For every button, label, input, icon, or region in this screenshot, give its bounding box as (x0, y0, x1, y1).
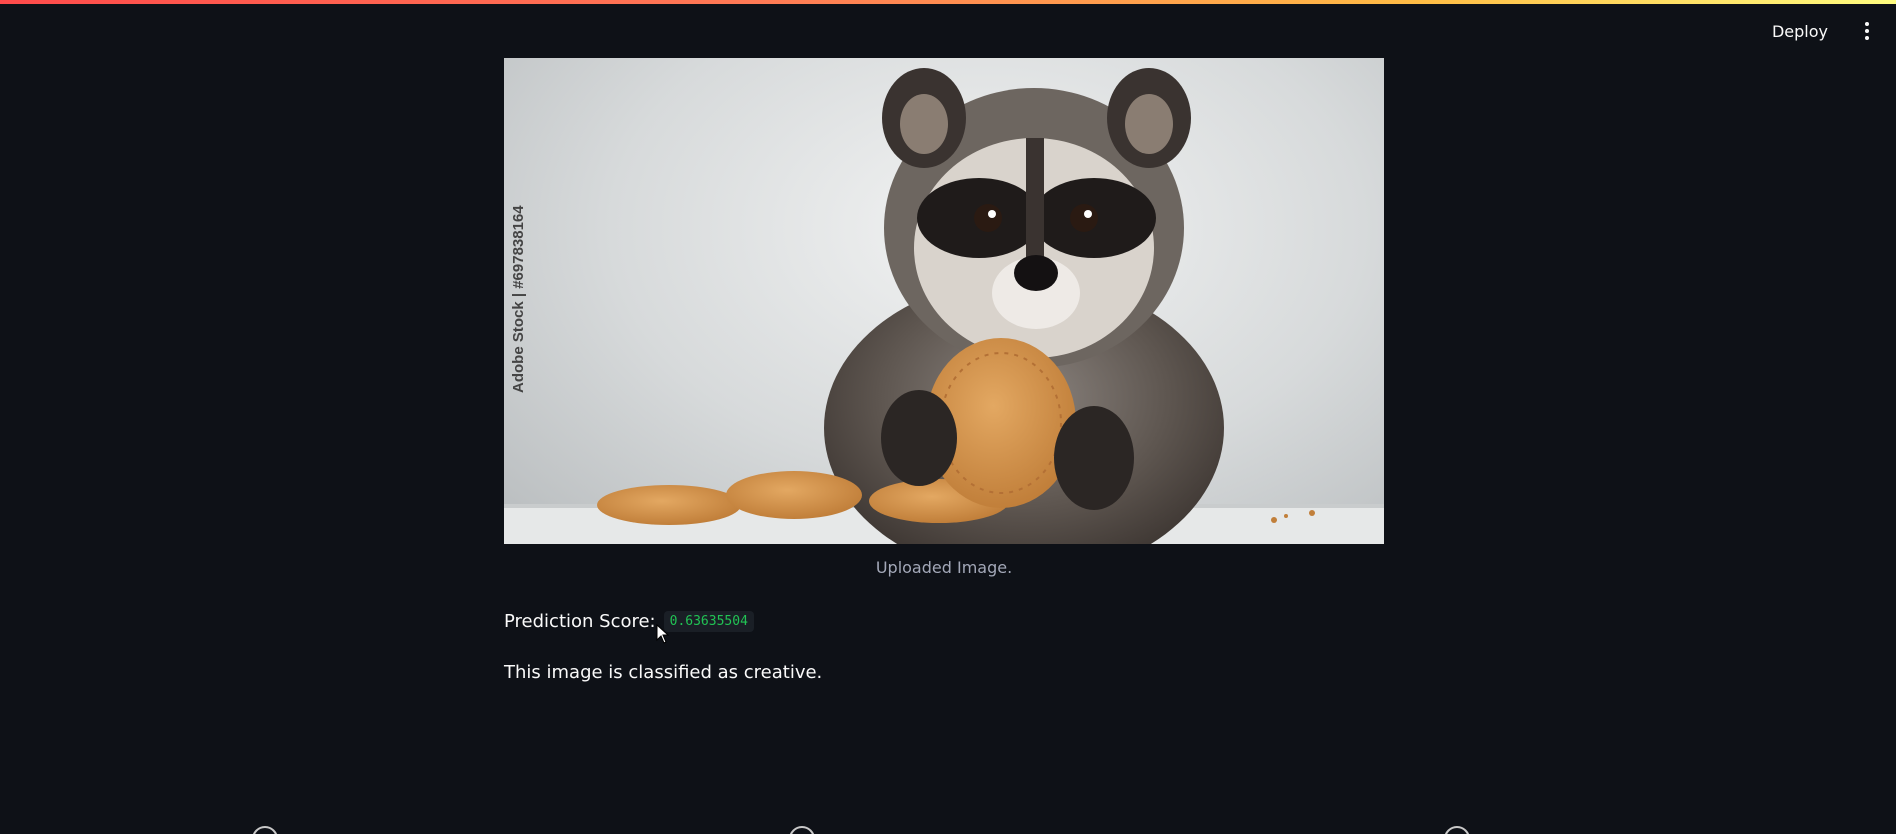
image-watermark: Adobe Stock | #697838164 (510, 205, 527, 393)
prediction-score-label: Prediction Score: (504, 611, 656, 632)
classification-text: This image is classified as creative. (504, 662, 823, 683)
main-menu-button[interactable] (1852, 14, 1882, 48)
bottom-circle-icon (789, 826, 815, 834)
uploaded-image: Adobe Stock | #697838164 (504, 58, 1384, 544)
mouse-cursor-icon (656, 624, 670, 644)
main-content: Adobe Stock | #697838164 Uploaded Image.… (504, 58, 1384, 683)
raccoon-photo (504, 68, 1384, 544)
more-vertical-icon (1865, 22, 1869, 26)
prediction-score-row: Prediction Score: 0.63635504 (504, 611, 1384, 632)
header-decoration-bar (0, 0, 1896, 4)
deploy-button[interactable]: Deploy (1756, 16, 1844, 47)
image-caption: Uploaded Image. (875, 558, 1013, 577)
app-page: Deploy Adobe Stock | #697838164 Uploaded… (0, 0, 1896, 834)
bottom-circle-icon (1444, 826, 1470, 834)
bottom-circle-icon (252, 826, 278, 834)
header-toolbar: Deploy (1756, 14, 1882, 48)
prediction-score-value: 0.63635504 (663, 611, 754, 632)
